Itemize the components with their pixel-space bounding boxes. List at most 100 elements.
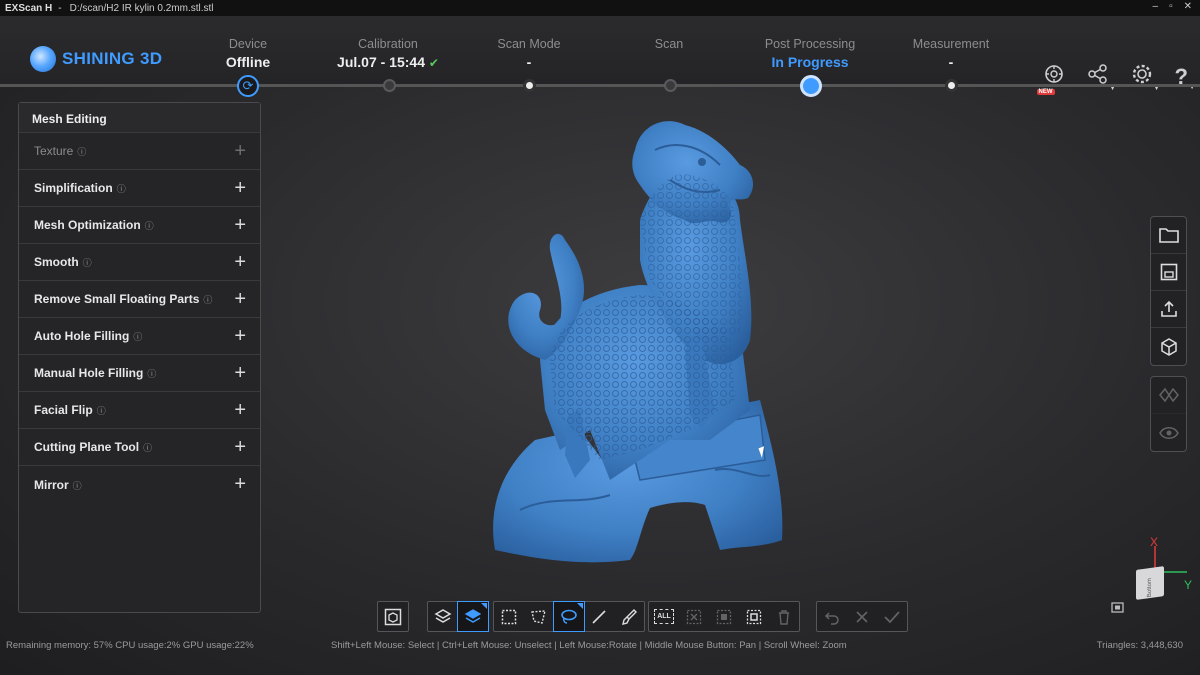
step-label: Scan Mode <box>497 37 561 51</box>
lasso-icon <box>561 609 577 624</box>
plus-icon[interactable]: + <box>234 362 246 385</box>
info-icon[interactable]: ⓘ <box>83 258 92 268</box>
orientation-cube[interactable]: Bottom <box>1136 566 1164 600</box>
delete-selection-button[interactable] <box>769 602 799 631</box>
step-scan-mode[interactable]: Scan Mode - <box>459 37 599 70</box>
lasso-select-button[interactable] <box>553 601 585 632</box>
trash-icon <box>779 609 789 625</box>
logo: SHINING 3D <box>30 46 162 72</box>
info-icon[interactable]: ⓘ <box>143 443 152 453</box>
workflow-progress-line <box>0 84 1200 87</box>
info-icon[interactable]: ⓘ <box>145 221 154 231</box>
step-device[interactable]: Device Offline <box>178 37 318 70</box>
tool-label: Texture <box>34 144 74 158</box>
info-icon[interactable]: ⓘ <box>147 369 156 379</box>
tool-cutting-plane[interactable]: Cutting Plane Tool ⓘ + <box>19 429 260 466</box>
plus-icon[interactable]: + <box>234 177 246 200</box>
fit-view-button[interactable] <box>378 602 408 631</box>
plus-icon[interactable]: + <box>234 140 246 163</box>
close-button[interactable]: ✕ <box>1184 1 1192 12</box>
save-button[interactable] <box>1151 254 1186 291</box>
display-toolbar <box>1150 376 1187 452</box>
polygon-select-button[interactable] <box>524 602 554 631</box>
open-folder-button[interactable] <box>1151 217 1186 254</box>
line-icon <box>592 609 606 624</box>
plus-icon[interactable]: + <box>234 473 246 496</box>
axis-y-label: Y <box>1184 578 1193 592</box>
step-value: - <box>526 54 532 70</box>
mouse-hint: Shift+Left Mouse: Select | Ctrl+Left Mou… <box>331 640 847 651</box>
plus-icon[interactable]: + <box>234 251 246 274</box>
plus-icon[interactable]: + <box>234 436 246 459</box>
node-scan-mode[interactable] <box>523 79 536 92</box>
minimize-button[interactable]: – <box>1153 1 1159 12</box>
confirm-toolbar <box>816 601 908 632</box>
brush-select-button[interactable] <box>614 602 644 631</box>
step-value: Offline <box>225 54 271 70</box>
tool-remove-floating-parts[interactable]: Remove Small Floating Parts ⓘ + <box>19 281 260 318</box>
connected-select-icon <box>746 609 762 624</box>
visibility-button[interactable] <box>1151 414 1186 451</box>
step-label: Scan <box>654 37 684 51</box>
tool-simplification[interactable]: Simplification ⓘ + <box>19 170 260 207</box>
refresh-icon[interactable]: ⟳ <box>237 75 259 97</box>
plus-icon[interactable]: + <box>234 288 246 311</box>
select-all-button[interactable]: ALL <box>649 602 679 631</box>
rectangle-select-button[interactable] <box>494 602 524 631</box>
export-button[interactable] <box>1151 291 1186 328</box>
info-icon[interactable]: ⓘ <box>77 147 86 157</box>
tool-facial-flip[interactable]: Facial Flip ⓘ + <box>19 392 260 429</box>
file-path: D:/scan/H2 IR kylin 0.2mm.stl.stl <box>69 2 214 14</box>
tool-texture[interactable]: Texture ⓘ + <box>19 133 260 170</box>
plus-icon[interactable]: + <box>234 399 246 422</box>
maximize-button[interactable]: ▫ <box>1169 1 1173 12</box>
step-label: Calibration <box>358 37 418 51</box>
new-badge: NEW <box>1036 89 1055 95</box>
cancel-button[interactable] <box>847 602 877 631</box>
info-icon[interactable]: ⓘ <box>117 184 126 194</box>
step-scan[interactable]: Scan <box>599 37 739 54</box>
undo-button[interactable] <box>817 602 847 631</box>
tool-label: Mirror <box>34 477 69 492</box>
invert-selection-button[interactable] <box>709 602 739 631</box>
step-measurement[interactable]: Measurement - <box>881 37 1021 70</box>
plus-icon[interactable]: + <box>234 325 246 348</box>
select-visible-button[interactable] <box>428 602 458 631</box>
invert-selection-icon <box>716 609 732 624</box>
select-connected-button[interactable] <box>739 602 769 631</box>
tool-smooth[interactable]: Smooth ⓘ + <box>19 244 260 281</box>
model-view-button[interactable] <box>1151 328 1186 365</box>
deselect-button[interactable] <box>679 602 709 631</box>
tool-mirror[interactable]: Mirror ⓘ + <box>19 466 260 503</box>
node-post-processing[interactable] <box>800 75 822 97</box>
node-calibration[interactable] <box>383 79 396 92</box>
info-icon[interactable]: ⓘ <box>97 406 106 416</box>
plus-icon[interactable]: + <box>234 214 246 237</box>
3d-viewport[interactable] <box>440 110 820 580</box>
app-name: EXScan H <box>5 2 53 14</box>
logo-text: SHINING 3D <box>62 49 163 68</box>
layers-through-icon <box>464 608 482 623</box>
tool-auto-hole-filling[interactable]: Auto Hole Filling ⓘ + <box>19 318 260 355</box>
tool-manual-hole-filling[interactable]: Manual Hole Filling ⓘ + <box>19 355 260 392</box>
node-measurement[interactable] <box>945 79 958 92</box>
apply-button[interactable] <box>877 602 907 631</box>
line-select-button[interactable] <box>584 602 614 631</box>
info-icon[interactable]: ⓘ <box>73 481 82 491</box>
step-label: Post Processing <box>764 37 856 51</box>
tool-label: Remove Small Floating Parts <box>34 292 200 306</box>
step-value: Jul.07 - 15:44 <box>337 54 425 70</box>
node-scan[interactable] <box>664 79 677 92</box>
tool-mesh-optimization[interactable]: Mesh Optimization ⓘ + <box>19 207 260 244</box>
corner-indicator <box>481 603 487 609</box>
selection-mode-toolbar <box>427 601 489 632</box>
kylin-statue-model <box>493 121 783 563</box>
tool-label: Cutting Plane Tool <box>34 440 140 454</box>
step-post-processing[interactable]: Post Processing In Progress <box>740 37 880 70</box>
info-icon[interactable]: ⓘ <box>133 332 142 342</box>
info-icon[interactable]: ⓘ <box>203 295 212 305</box>
screen-capture-icon[interactable] <box>1111 602 1124 613</box>
step-calibration[interactable]: Calibration Jul.07 - 15:44 ✔ <box>318 37 458 70</box>
mesh-display-button[interactable] <box>1151 377 1186 414</box>
select-through-button[interactable] <box>457 601 489 632</box>
